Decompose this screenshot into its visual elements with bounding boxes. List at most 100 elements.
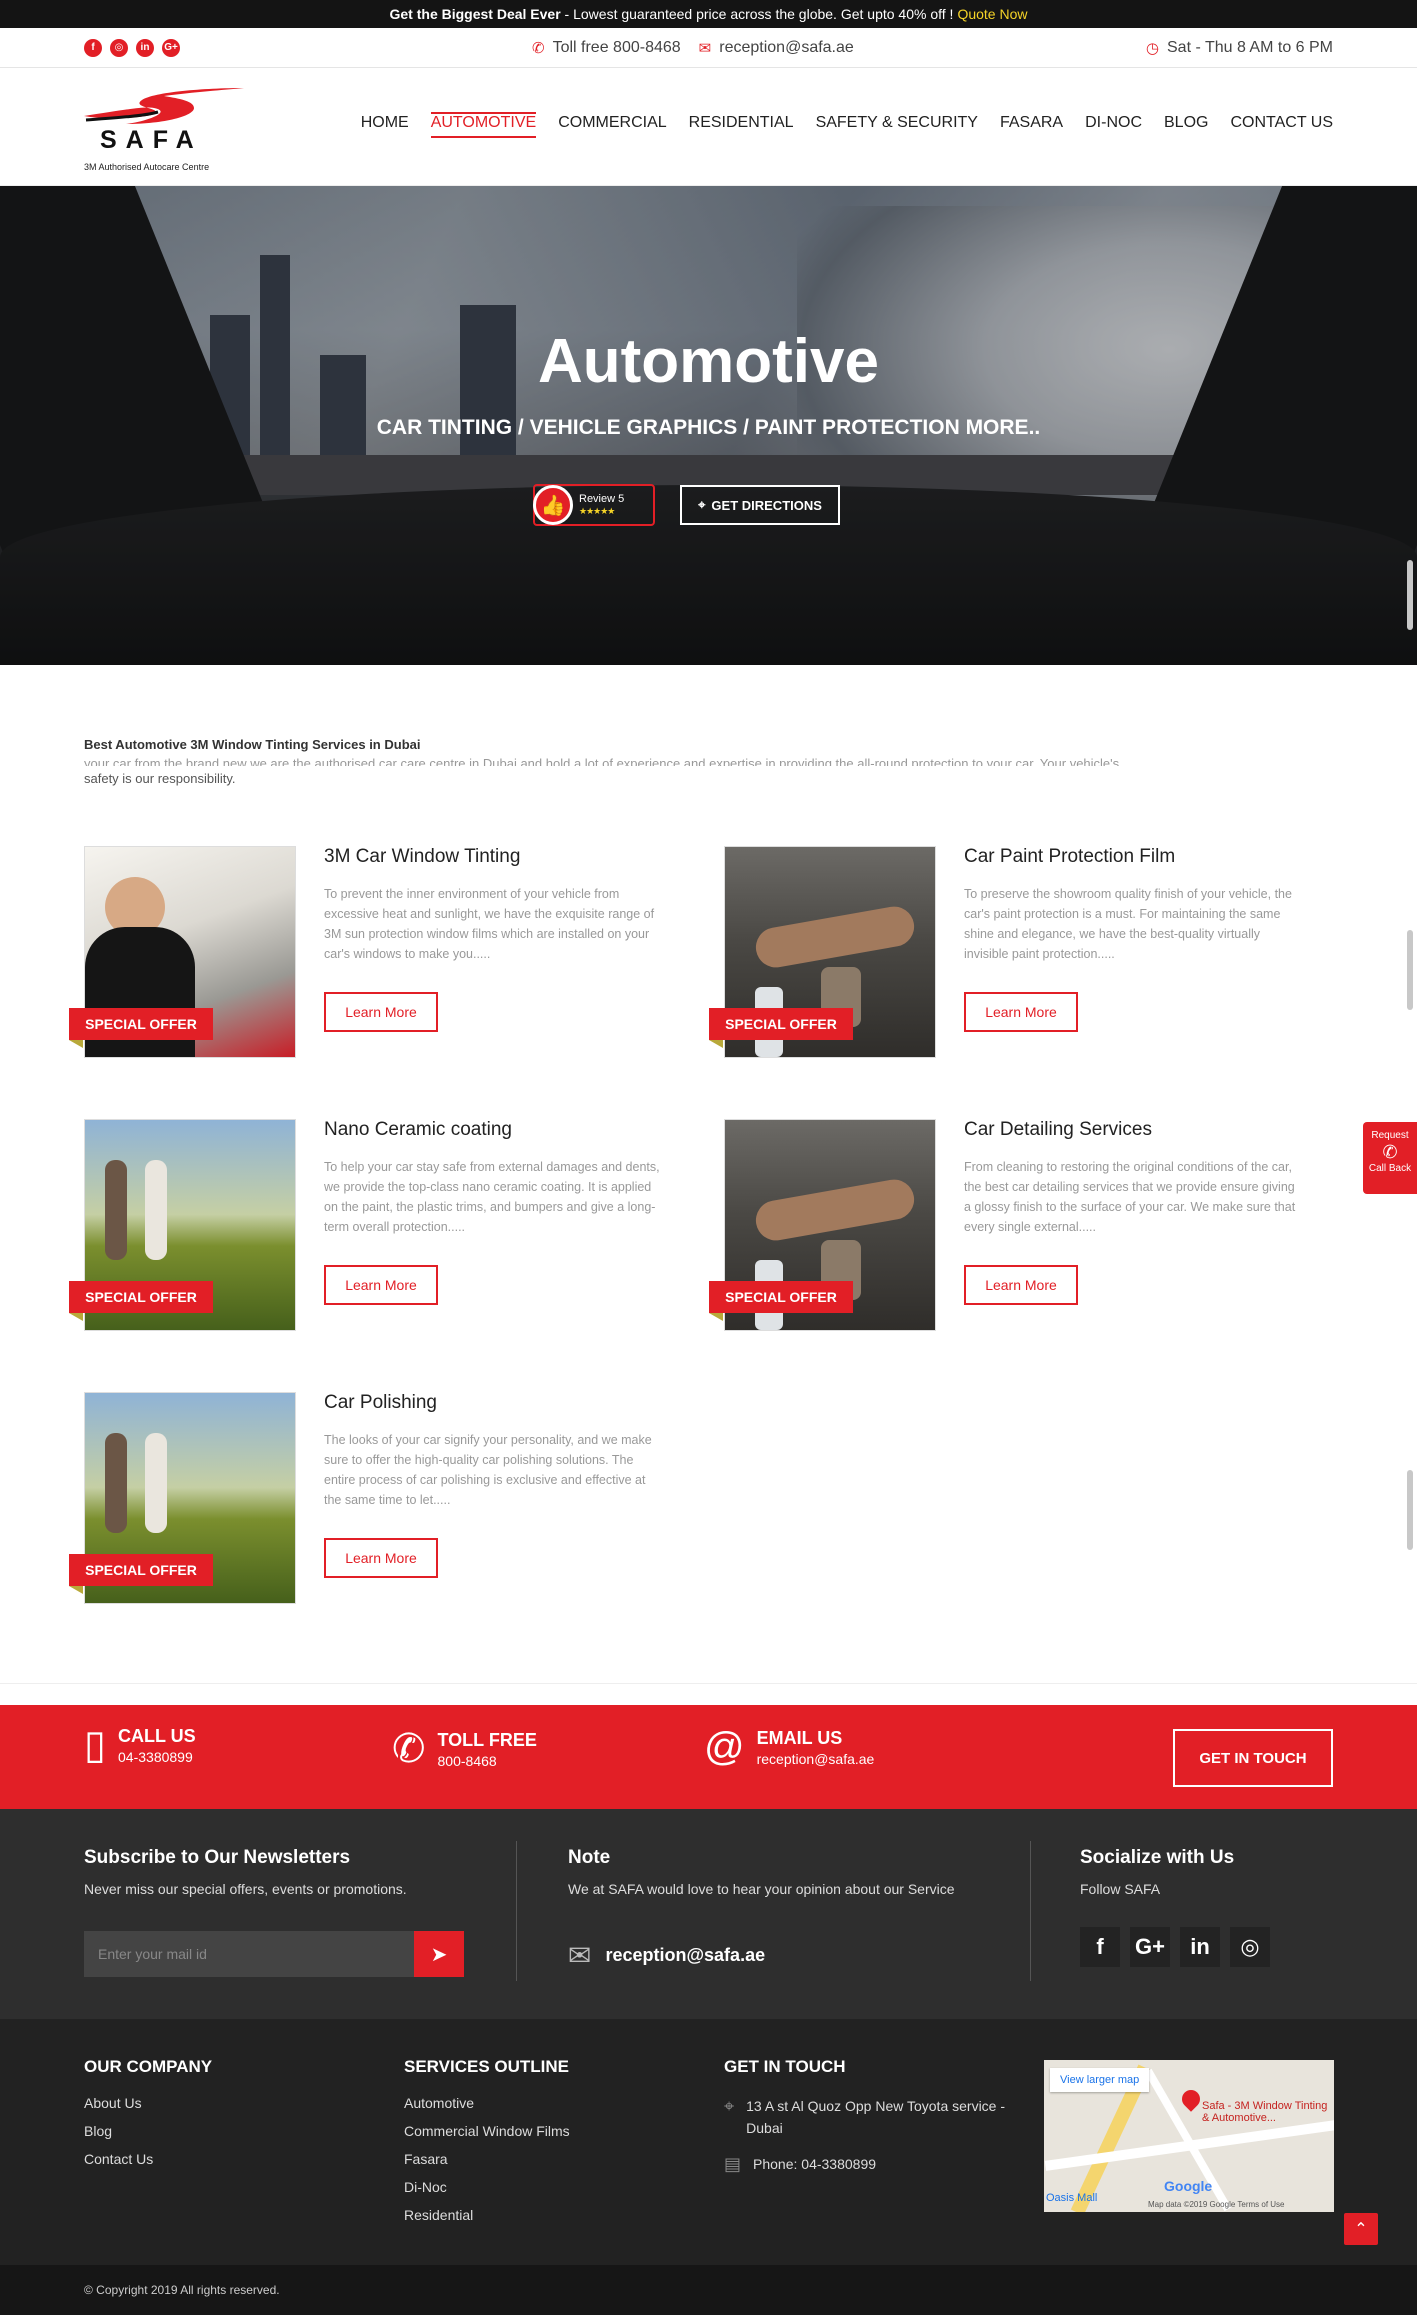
footer-phone-text[interactable]: Phone: 04-3380899 <box>753 2153 876 2175</box>
google-plus-icon[interactable]: G+ <box>1130 1927 1170 1967</box>
footer-company-title: OUR COMPANY <box>84 2057 213 2076</box>
intro-text: safety is our responsibility. <box>84 771 236 786</box>
phone-icon: ✆ <box>532 39 545 57</box>
learn-more-button[interactable]: Learn More <box>324 992 438 1032</box>
request-call-back-tab[interactable]: Request ✆ Call Back <box>1363 1122 1417 1194</box>
footer-link-contact[interactable]: Contact Us <box>84 2151 212 2167</box>
footer-link-commercial[interactable]: Commercial Window Films <box>404 2123 570 2139</box>
service-title[interactable]: Nano Ceramic coating <box>324 1119 512 1141</box>
toll-free-phone[interactable]: Toll free 800-8468 <box>553 39 681 57</box>
toll-free[interactable]: ✆ TOLL FREE 800-8468 <box>392 1729 537 1769</box>
service-title[interactable]: Car Polishing <box>324 1392 437 1414</box>
nav-commercial[interactable]: COMMERCIAL <box>558 114 666 138</box>
logo-swoosh-icon <box>84 87 244 124</box>
facebook-icon[interactable]: f <box>1080 1927 1120 1967</box>
special-offer-badge: SPECIAL OFFER <box>69 1281 213 1321</box>
instagram-icon[interactable]: ◎ <box>110 38 128 57</box>
person-figure <box>105 1160 127 1260</box>
footer-link-automotive[interactable]: Automotive <box>404 2095 570 2111</box>
hands-figure <box>752 1176 918 1244</box>
review-badge[interactable]: 👍 Review 5 ★★★★★ <box>533 484 655 526</box>
nav-residential[interactable]: RESIDENTIAL <box>689 114 794 138</box>
service-title[interactable]: Car Detailing Services <box>964 1119 1152 1141</box>
view-larger-map-link[interactable]: View larger map <box>1050 2068 1150 2092</box>
service-description: To preserve the showroom quality finish … <box>964 887 1292 961</box>
quote-now-link[interactable]: Quote Now <box>957 6 1027 22</box>
newsletter-section: Subscribe to Our Newsletters Never miss … <box>0 1809 1417 2019</box>
service-card-polishing: SPECIAL OFFER Car Polishing The looks of… <box>69 1392 704 1607</box>
top-info-bar: f ◎ in G+ ✆ Toll free 800-8468 ✉ recepti… <box>0 28 1417 68</box>
call-us-number: 04-3380899 <box>118 1748 193 1765</box>
nav-di-noc[interactable]: DI-NOC <box>1085 114 1142 138</box>
service-title[interactable]: 3M Car Window Tinting <box>324 846 520 868</box>
google-plus-icon[interactable]: G+ <box>162 38 180 57</box>
request-label: Request <box>1371 1130 1409 1141</box>
service-card-detailing: SPECIAL OFFER Car Detailing Services Fro… <box>709 1119 1344 1334</box>
safa-logo[interactable]: SAFA 3M Authorised Autocare Centre <box>84 82 254 172</box>
location-map[interactable]: View larger map Safa - 3M Window Tinting… <box>1044 2060 1334 2212</box>
footer-link-about[interactable]: About Us <box>84 2095 212 2111</box>
learn-more-button[interactable]: Learn More <box>964 1265 1078 1305</box>
map-pin-icon <box>1178 2086 1204 2112</box>
learn-more-button[interactable]: Learn More <box>324 1265 438 1305</box>
note-title: Note <box>568 1847 611 1868</box>
scrollbar-thumb[interactable] <box>1407 560 1413 630</box>
note-text: We at SAFA would love to hear your opini… <box>568 1881 955 1897</box>
email-us[interactable]: @ EMAIL US reception@safa.ae <box>704 1727 874 1767</box>
get-in-touch-button[interactable]: GET IN TOUCH <box>1173 1729 1333 1787</box>
footer-link-fasara[interactable]: Fasara <box>404 2151 570 2167</box>
linkedin-icon[interactable]: in <box>136 38 154 57</box>
footer-link-blog[interactable]: Blog <box>84 2123 212 2139</box>
footer-services-title: SERVICES OUTLINE <box>404 2057 569 2076</box>
google-logo: Google <box>1164 2178 1213 2194</box>
instagram-icon[interactable]: ◎ <box>1230 1927 1270 1967</box>
scrollbar-thumb[interactable] <box>1407 1470 1413 1550</box>
note-column: Note We at SAFA would love to hear your … <box>568 1847 955 1897</box>
promo-text: - Lowest guaranteed price across the glo… <box>560 6 954 22</box>
review-stars: ★★★★★ <box>579 506 615 517</box>
facebook-icon[interactable]: f <box>84 38 102 57</box>
contact-bar: ▯ CALL US 04-3380899 ✆ TOLL FREE 800-846… <box>0 1705 1417 1809</box>
top-email[interactable]: reception@safa.ae <box>719 39 854 57</box>
main-nav: HOME AUTOMOTIVE COMMERCIAL RESIDENTIAL S… <box>361 112 1333 138</box>
note-email[interactable]: ✉ reception@safa.ae <box>568 1939 765 1972</box>
nav-fasara[interactable]: FASARA <box>1000 114 1063 138</box>
newsletter-column: Subscribe to Our Newsletters Never miss … <box>84 1847 407 1897</box>
nav-automotive[interactable]: AUTOMOTIVE <box>430 112 537 138</box>
mail-fast-icon: ✉ <box>568 1940 592 1971</box>
scrollbar-thumb[interactable] <box>1407 930 1413 1010</box>
intro-title: Best Automotive 3M Window Tinting Servic… <box>84 737 421 752</box>
copyright: © Copyright 2019 All rights reserved. <box>0 2265 1417 2315</box>
linkedin-icon[interactable]: in <box>1180 1927 1220 1967</box>
footer-touch-title: GET IN TOUCH <box>724 2057 846 2076</box>
nav-home[interactable]: HOME <box>361 114 409 138</box>
map-pin-icon: ⌖ <box>724 2096 735 2116</box>
intro-clipped-text: your car from the brand new we are the a… <box>84 756 1120 766</box>
send-icon[interactable]: ➤ <box>414 1931 464 1977</box>
email-us-address: reception@safa.ae <box>756 1750 875 1767</box>
phone-ringing-icon: ✆ <box>392 1727 426 1771</box>
phone-icon: ✆ <box>1382 1142 1398 1162</box>
footer-link-di-noc[interactable]: Di-Noc <box>404 2179 570 2195</box>
social-column: Socialize with Us Follow SAFA <box>1080 1847 1234 1897</box>
learn-more-button[interactable]: Learn More <box>324 1538 438 1578</box>
hero-banner: Automotive CAR TINTING / VEHICLE GRAPHIC… <box>0 186 1417 665</box>
nav-safety-security[interactable]: SAFETY & SECURITY <box>816 114 978 138</box>
directions-label: GET DIRECTIONS <box>711 497 822 513</box>
get-directions-button[interactable]: ⌖ GET DIRECTIONS <box>680 485 840 525</box>
back-to-top-icon[interactable]: ⌃ <box>1344 2213 1378 2245</box>
special-offer-badge: SPECIAL OFFER <box>69 1008 213 1048</box>
nav-contact-us[interactable]: CONTACT US <box>1230 114 1333 138</box>
footer-link-residential[interactable]: Residential <box>404 2207 570 2223</box>
newsletter-email-input[interactable]: Enter your mail id <box>84 1931 414 1977</box>
learn-more-button[interactable]: Learn More <box>964 992 1078 1032</box>
service-description: From cleaning to restoring the original … <box>964 1160 1296 1234</box>
site-header: SAFA 3M Authorised Autocare Centre HOME … <box>0 68 1417 186</box>
call-us-title: CALL US <box>118 1725 196 1746</box>
newsletter-title: Subscribe to Our Newsletters <box>84 1847 351 1868</box>
call-us[interactable]: ▯ CALL US 04-3380899 <box>84 1725 196 1765</box>
service-title[interactable]: Car Paint Protection Film <box>964 846 1175 868</box>
at-sign-icon: @ <box>704 1725 745 1769</box>
nav-blog[interactable]: BLOG <box>1164 114 1208 138</box>
footer-get-in-touch: GET IN TOUCH ⌖ 13 A st Al Quoz Opp New T… <box>724 2057 1014 2175</box>
